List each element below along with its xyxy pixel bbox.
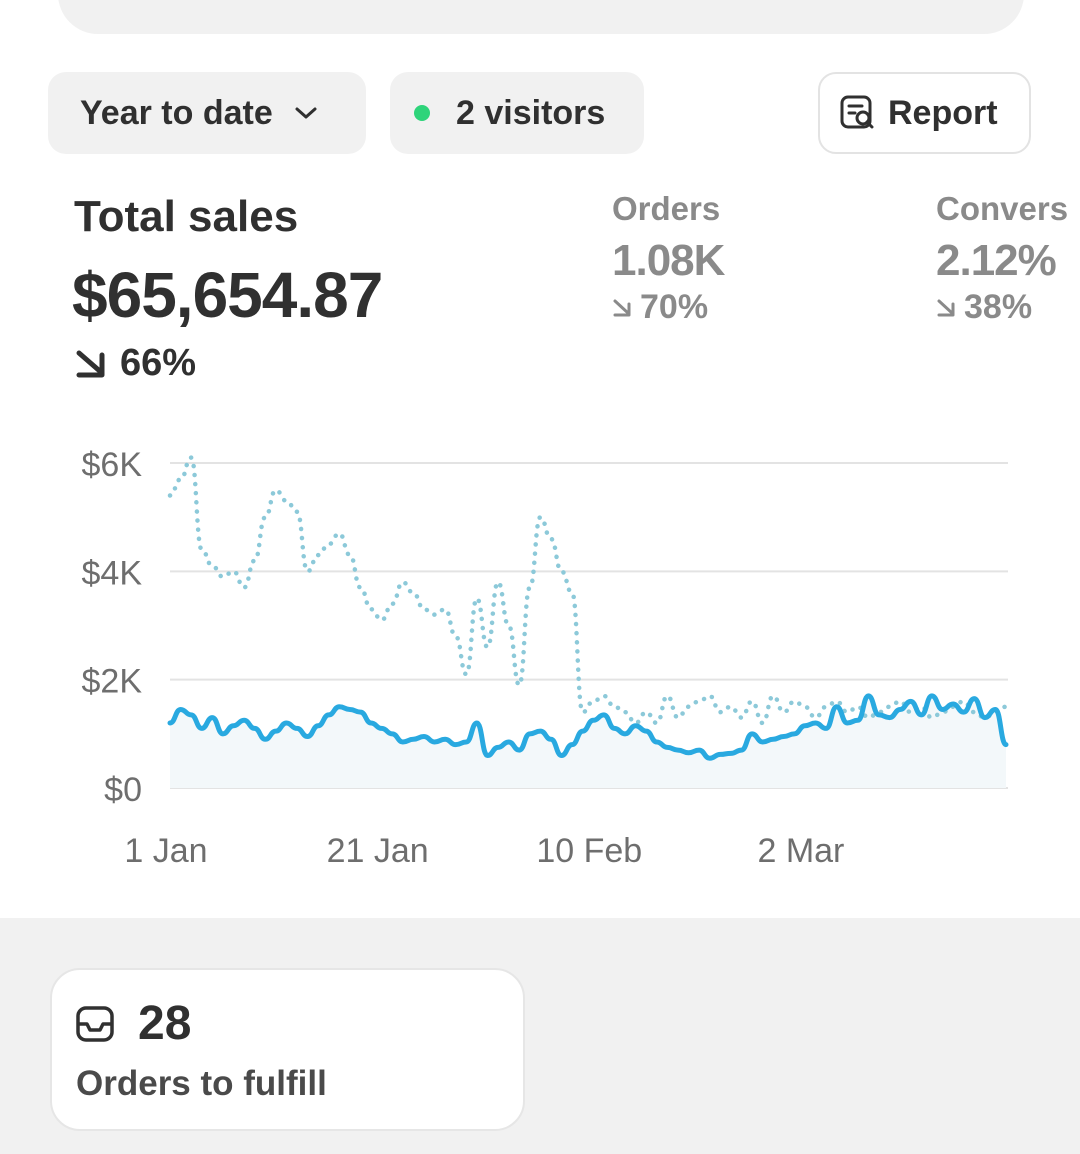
y-tick-label: $0 bbox=[104, 771, 142, 809]
live-dot-icon bbox=[414, 105, 430, 121]
orders-value: 1.08K bbox=[612, 236, 725, 285]
conversion-change: 38% bbox=[936, 288, 1080, 327]
inbox-icon bbox=[76, 1005, 114, 1042]
arrow-down-right-icon bbox=[613, 299, 631, 316]
conversion-title: Convers bbox=[936, 190, 1069, 227]
conversion-value: 2.12% bbox=[936, 236, 1057, 285]
orders-to-fulfill-card[interactable]: 28 Orders to fulfill bbox=[50, 968, 525, 1131]
fulfill-count: 28 bbox=[138, 997, 192, 1050]
total-sales-change-value: 66% bbox=[120, 342, 197, 384]
y-tick-label: $2K bbox=[82, 663, 143, 701]
conversion-change-value: 38% bbox=[964, 288, 1033, 326]
total-sales-value: $65,654.87 bbox=[72, 259, 383, 331]
conversion-metric[interactable]: Convers 2.12% 38% bbox=[936, 190, 1080, 327]
date-range-label: Year to date bbox=[80, 93, 273, 132]
total-sales-title: Total sales bbox=[74, 192, 299, 241]
report-icon bbox=[840, 95, 874, 129]
report-button[interactable]: Report bbox=[818, 72, 1031, 154]
report-label: Report bbox=[888, 93, 998, 132]
orders-metric[interactable]: Orders 1.08K 70% bbox=[612, 190, 725, 327]
x-tick-label: 1 Jan bbox=[124, 832, 207, 870]
orders-change-value: 70% bbox=[640, 288, 709, 326]
arrow-down-right-icon bbox=[937, 299, 955, 316]
orders-title: Orders bbox=[612, 190, 721, 227]
x-tick-label: 21 Jan bbox=[327, 832, 429, 870]
total-sales-change: 66% bbox=[74, 342, 196, 385]
x-tick-label: 10 Feb bbox=[536, 832, 642, 870]
live-visitors-button[interactable]: 2 visitors bbox=[390, 72, 644, 154]
visitors-label: 2 visitors bbox=[456, 93, 606, 132]
fulfill-label: Orders to fulfill bbox=[76, 1064, 327, 1103]
top-card bbox=[58, 0, 1024, 34]
x-tick-label: 2 Mar bbox=[757, 832, 844, 870]
y-tick-label: $6K bbox=[82, 446, 143, 484]
orders-change: 70% bbox=[612, 288, 724, 327]
sales-chart[interactable]: $6K $4K $2K $0 1 Jan 21 Jan 10 Feb 2 Mar bbox=[0, 420, 1080, 890]
y-tick-label: $4K bbox=[82, 554, 143, 592]
previous-series-line bbox=[167, 455, 1009, 726]
arrow-down-right-icon bbox=[76, 350, 105, 377]
chevron-down-icon bbox=[295, 107, 317, 119]
date-range-dropdown[interactable]: Year to date bbox=[48, 72, 366, 154]
